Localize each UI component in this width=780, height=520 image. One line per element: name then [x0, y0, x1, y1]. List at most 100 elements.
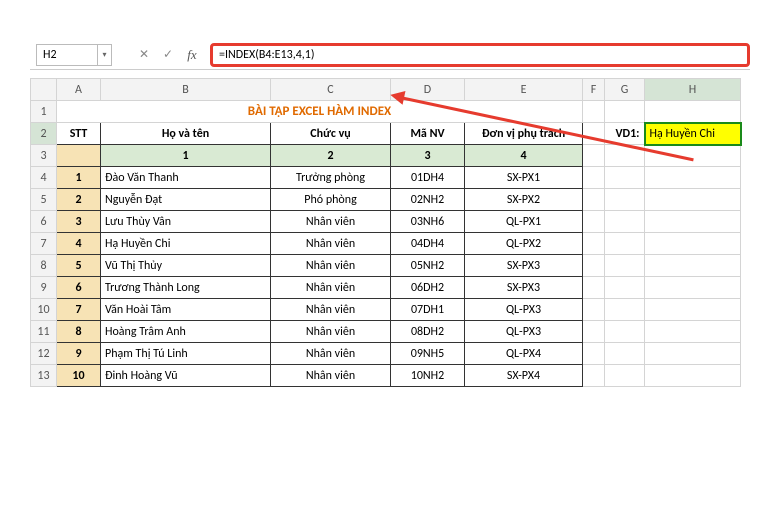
cell-G2[interactable]: VD1: — [605, 123, 645, 145]
cell-E6[interactable]: QL-PX1 — [465, 211, 583, 233]
enter-formula-icon[interactable]: ✓ — [156, 44, 180, 66]
cell-E11[interactable]: QL-PX3 — [465, 321, 583, 343]
cell-E13[interactable]: SX-PX4 — [465, 365, 583, 387]
cell-G10[interactable] — [605, 299, 645, 321]
row-header-13[interactable]: 13 — [31, 365, 57, 387]
row-header-1[interactable]: 1 — [31, 101, 57, 123]
cell-C8[interactable]: Nhân viên — [271, 255, 391, 277]
col-header-E[interactable]: E — [465, 79, 583, 101]
cell-E4[interactable]: SX-PX1 — [465, 167, 583, 189]
row-header-6[interactable]: 6 — [31, 211, 57, 233]
cell-H9[interactable] — [645, 277, 741, 299]
cell-C12[interactable]: Nhân viên — [271, 343, 391, 365]
cell-B11[interactable]: Hoàng Trâm Anh — [101, 321, 271, 343]
select-all-corner[interactable] — [31, 79, 57, 101]
cell-B13[interactable]: Đinh Hoàng Vũ — [101, 365, 271, 387]
cell-H7[interactable] — [645, 233, 741, 255]
cell-G4[interactable] — [605, 167, 645, 189]
cell-F6[interactable] — [583, 211, 605, 233]
cell-A9[interactable]: 6 — [57, 277, 101, 299]
cell-H10[interactable] — [645, 299, 741, 321]
cell-B4[interactable]: Đào Văn Thanh — [101, 167, 271, 189]
row-header-5[interactable]: 5 — [31, 189, 57, 211]
cell-F8[interactable] — [583, 255, 605, 277]
cell-A2[interactable]: STT — [57, 123, 101, 145]
spreadsheet-grid[interactable]: A B C D E F G H 1 BÀI TẬP EXCEL HÀM INDE… — [30, 78, 750, 387]
cell-F5[interactable] — [583, 189, 605, 211]
col-header-F[interactable]: F — [583, 79, 605, 101]
row-header-2[interactable]: 2 — [31, 123, 57, 145]
cell-E7[interactable]: QL-PX2 — [465, 233, 583, 255]
cell-C2[interactable]: Chức vụ — [271, 123, 391, 145]
cell-D5[interactable]: 02NH2 — [391, 189, 465, 211]
cell-C6[interactable]: Nhân viên — [271, 211, 391, 233]
cell-H8[interactable] — [645, 255, 741, 277]
cell-C4[interactable]: Trưởng phòng — [271, 167, 391, 189]
fx-icon[interactable]: fx — [180, 44, 204, 66]
col-header-A[interactable]: A — [57, 79, 101, 101]
cell-C5[interactable]: Phó phòng — [271, 189, 391, 211]
cell-E9[interactable]: SX-PX3 — [465, 277, 583, 299]
cell-F2[interactable] — [583, 123, 605, 145]
cell-B7[interactable]: Hạ Huyền Chi — [101, 233, 271, 255]
cell-B9[interactable]: Trương Thành Long — [101, 277, 271, 299]
cell-B12[interactable]: Phạm Thị Tú Linh — [101, 343, 271, 365]
cell-F13[interactable] — [583, 365, 605, 387]
cell-C13[interactable]: Nhân viên — [271, 365, 391, 387]
cell-F3[interactable] — [583, 145, 605, 167]
cell-D7[interactable]: 04DH4 — [391, 233, 465, 255]
cell-A11[interactable]: 8 — [57, 321, 101, 343]
cell-F11[interactable] — [583, 321, 605, 343]
col-header-D[interactable]: D — [391, 79, 465, 101]
cell-A10[interactable]: 7 — [57, 299, 101, 321]
cell-H13[interactable] — [645, 365, 741, 387]
cell-B8[interactable]: Vũ Thị Thủy — [101, 255, 271, 277]
cell-H6[interactable] — [645, 211, 741, 233]
cell-E3[interactable]: 4 — [465, 145, 583, 167]
cell-D6[interactable]: 03NH6 — [391, 211, 465, 233]
cell-H1[interactable] — [645, 101, 741, 123]
cancel-formula-icon[interactable]: ✕ — [132, 44, 156, 66]
cell-E2[interactable]: Đơn vị phụ trách — [465, 123, 583, 145]
cell-G7[interactable] — [605, 233, 645, 255]
cell-E8[interactable]: SX-PX3 — [465, 255, 583, 277]
cell-B6[interactable]: Lưu Thùy Vân — [101, 211, 271, 233]
row-header-4[interactable]: 4 — [31, 167, 57, 189]
cell-E5[interactable]: SX-PX2 — [465, 189, 583, 211]
cell-E12[interactable]: QL-PX4 — [465, 343, 583, 365]
cell-G13[interactable] — [605, 365, 645, 387]
cell-D2[interactable]: Mã NV — [391, 123, 465, 145]
title-cell[interactable]: BÀI TẬP EXCEL HÀM INDEX — [57, 101, 583, 123]
row-header-7[interactable]: 7 — [31, 233, 57, 255]
row-header-11[interactable]: 11 — [31, 321, 57, 343]
cell-G3[interactable] — [605, 145, 645, 167]
cell-D12[interactable]: 09NH5 — [391, 343, 465, 365]
cell-G8[interactable] — [605, 255, 645, 277]
cell-D8[interactable]: 05NH2 — [391, 255, 465, 277]
cell-F4[interactable] — [583, 167, 605, 189]
cell-A8[interactable]: 5 — [57, 255, 101, 277]
col-header-H[interactable]: H — [645, 79, 741, 101]
cell-G5[interactable] — [605, 189, 645, 211]
cell-A7[interactable]: 4 — [57, 233, 101, 255]
cell-E10[interactable]: QL-PX3 — [465, 299, 583, 321]
formula-input[interactable]: =INDEX(B4:E13,4,1) — [210, 43, 750, 67]
row-header-3[interactable]: 3 — [31, 145, 57, 167]
cell-H5[interactable] — [645, 189, 741, 211]
col-header-C[interactable]: C — [271, 79, 391, 101]
cell-B3[interactable]: 1 — [101, 145, 271, 167]
cell-D11[interactable]: 08DH2 — [391, 321, 465, 343]
cell-C3[interactable]: 2 — [271, 145, 391, 167]
cell-A5[interactable]: 2 — [57, 189, 101, 211]
cell-D13[interactable]: 10NH2 — [391, 365, 465, 387]
cell-F9[interactable] — [583, 277, 605, 299]
cell-D9[interactable]: 06DH2 — [391, 277, 465, 299]
cell-A12[interactable]: 9 — [57, 343, 101, 365]
cell-F12[interactable] — [583, 343, 605, 365]
cell-C11[interactable]: Nhân viên — [271, 321, 391, 343]
cell-A3[interactable] — [57, 145, 101, 167]
cell-A13[interactable]: 10 — [57, 365, 101, 387]
cell-F1[interactable] — [583, 101, 605, 123]
cell-A6[interactable]: 3 — [57, 211, 101, 233]
cell-G12[interactable] — [605, 343, 645, 365]
